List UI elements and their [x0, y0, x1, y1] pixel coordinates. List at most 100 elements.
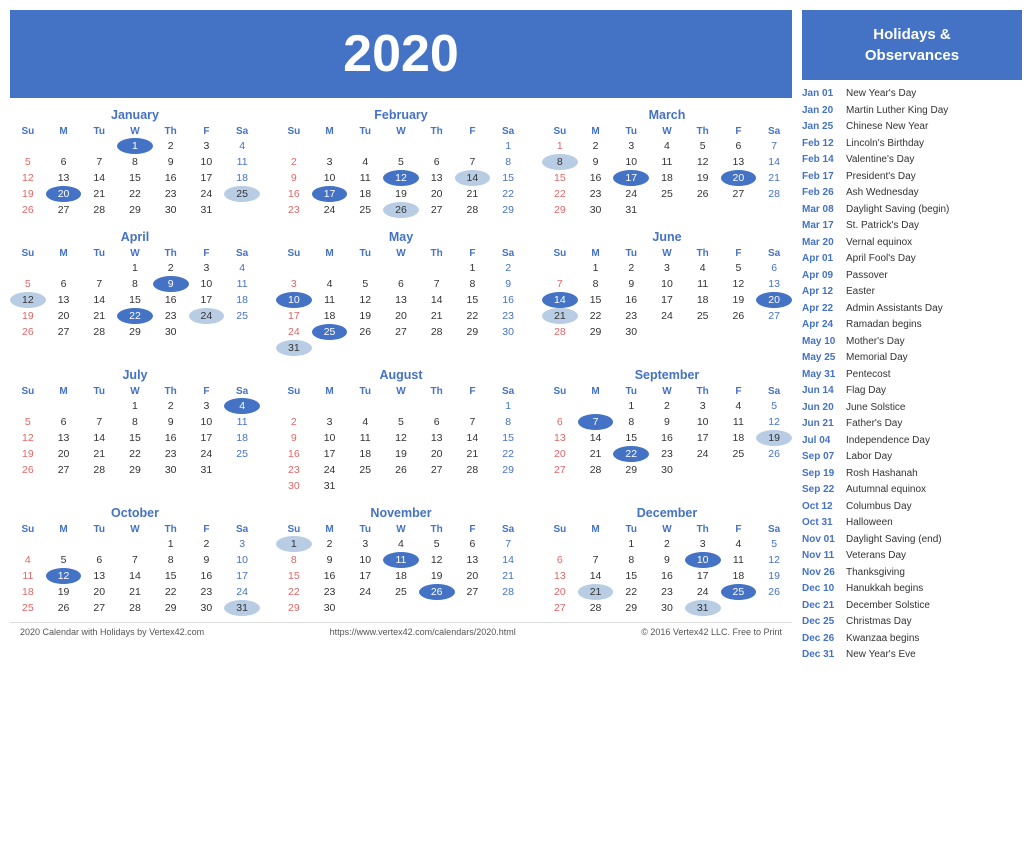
calendar-day[interactable]: 13 [46, 292, 82, 308]
calendar-day[interactable]: 22 [490, 446, 526, 462]
calendar-day[interactable]: 30 [578, 202, 614, 218]
calendar-day[interactable]: 17 [224, 568, 260, 584]
calendar-day[interactable]: 20 [81, 584, 117, 600]
calendar-day[interactable]: 30 [276, 478, 312, 494]
calendar-day[interactable] [312, 138, 348, 154]
calendar-day[interactable] [276, 260, 312, 276]
calendar-day[interactable]: 12 [756, 552, 792, 568]
calendar-day[interactable]: 11 [10, 568, 46, 584]
calendar-day[interactable]: 17 [685, 568, 721, 584]
calendar-day[interactable]: 6 [419, 414, 455, 430]
calendar-day[interactable]: 9 [613, 276, 649, 292]
calendar-day[interactable]: 2 [649, 398, 685, 414]
calendar-day[interactable]: 6 [46, 154, 82, 170]
calendar-day[interactable]: 3 [189, 260, 225, 276]
calendar-day[interactable]: 21 [81, 446, 117, 462]
calendar-day[interactable]: 1 [613, 536, 649, 552]
calendar-day[interactable]: 12 [419, 552, 455, 568]
calendar-day[interactable]: 29 [490, 202, 526, 218]
calendar-day[interactable] [46, 138, 82, 154]
calendar-day[interactable]: 18 [312, 308, 348, 324]
calendar-day[interactable] [490, 478, 526, 494]
calendar-day[interactable]: 1 [153, 536, 189, 552]
calendar-day[interactable]: 28 [81, 324, 117, 340]
calendar-day[interactable]: 26 [685, 186, 721, 202]
calendar-day[interactable] [756, 202, 792, 218]
calendar-day[interactable] [455, 600, 491, 616]
calendar-day[interactable] [383, 398, 419, 414]
calendar-day[interactable]: 22 [117, 186, 153, 202]
calendar-day[interactable] [224, 324, 260, 340]
calendar-day[interactable]: 18 [224, 170, 260, 186]
calendar-day[interactable]: 30 [312, 600, 348, 616]
calendar-day[interactable]: 10 [685, 552, 721, 568]
calendar-day[interactable]: 31 [224, 600, 260, 616]
calendar-day[interactable]: 4 [312, 276, 348, 292]
calendar-day[interactable]: 7 [490, 536, 526, 552]
calendar-day[interactable]: 31 [613, 202, 649, 218]
calendar-day[interactable]: 9 [276, 170, 312, 186]
calendar-day[interactable]: 20 [455, 568, 491, 584]
calendar-day[interactable]: 26 [46, 600, 82, 616]
calendar-day[interactable]: 13 [419, 170, 455, 186]
calendar-day[interactable] [347, 138, 383, 154]
calendar-day[interactable]: 27 [721, 186, 757, 202]
calendar-day[interactable]: 24 [276, 324, 312, 340]
calendar-day[interactable]: 12 [46, 568, 82, 584]
calendar-day[interactable]: 8 [578, 276, 614, 292]
calendar-day[interactable]: 3 [613, 138, 649, 154]
calendar-day[interactable] [649, 202, 685, 218]
calendar-day[interactable]: 11 [685, 276, 721, 292]
calendar-day[interactable]: 3 [685, 536, 721, 552]
calendar-day[interactable]: 24 [347, 584, 383, 600]
calendar-day[interactable]: 23 [578, 186, 614, 202]
calendar-day[interactable] [347, 340, 383, 356]
calendar-day[interactable] [685, 324, 721, 340]
calendar-day[interactable]: 24 [312, 462, 348, 478]
calendar-day[interactable]: 3 [347, 536, 383, 552]
calendar-day[interactable]: 21 [542, 308, 578, 324]
calendar-day[interactable]: 9 [153, 154, 189, 170]
calendar-day[interactable]: 4 [10, 552, 46, 568]
calendar-day[interactable]: 19 [419, 568, 455, 584]
calendar-day[interactable]: 16 [649, 568, 685, 584]
calendar-day[interactable] [383, 260, 419, 276]
calendar-day[interactable]: 8 [153, 552, 189, 568]
calendar-day[interactable]: 6 [46, 276, 82, 292]
calendar-day[interactable]: 1 [117, 398, 153, 414]
calendar-day[interactable]: 16 [189, 568, 225, 584]
calendar-day[interactable]: 8 [490, 154, 526, 170]
calendar-day[interactable]: 23 [189, 584, 225, 600]
calendar-day[interactable]: 6 [46, 414, 82, 430]
calendar-day[interactable]: 22 [153, 584, 189, 600]
calendar-day[interactable]: 11 [383, 552, 419, 568]
calendar-day[interactable]: 3 [276, 276, 312, 292]
calendar-day[interactable]: 6 [542, 414, 578, 430]
calendar-day[interactable]: 27 [542, 462, 578, 478]
calendar-day[interactable]: 7 [455, 154, 491, 170]
calendar-day[interactable] [419, 398, 455, 414]
calendar-day[interactable]: 29 [578, 324, 614, 340]
calendar-day[interactable]: 25 [224, 186, 260, 202]
calendar-day[interactable]: 31 [312, 478, 348, 494]
calendar-day[interactable]: 26 [10, 324, 46, 340]
calendar-day[interactable]: 6 [419, 154, 455, 170]
calendar-day[interactable]: 22 [117, 308, 153, 324]
calendar-day[interactable]: 6 [455, 536, 491, 552]
calendar-day[interactable]: 26 [756, 584, 792, 600]
calendar-day[interactable]: 7 [578, 414, 614, 430]
calendar-day[interactable]: 4 [685, 260, 721, 276]
calendar-day[interactable]: 9 [649, 552, 685, 568]
calendar-day[interactable]: 8 [276, 552, 312, 568]
calendar-day[interactable]: 28 [81, 462, 117, 478]
calendar-day[interactable]: 14 [756, 154, 792, 170]
calendar-day[interactable]: 24 [685, 446, 721, 462]
calendar-day[interactable] [419, 340, 455, 356]
calendar-day[interactable]: 23 [490, 308, 526, 324]
calendar-day[interactable]: 13 [46, 170, 82, 186]
calendar-day[interactable]: 17 [189, 430, 225, 446]
calendar-day[interactable]: 1 [455, 260, 491, 276]
calendar-day[interactable]: 19 [10, 308, 46, 324]
calendar-day[interactable]: 29 [117, 462, 153, 478]
calendar-day[interactable]: 31 [276, 340, 312, 356]
